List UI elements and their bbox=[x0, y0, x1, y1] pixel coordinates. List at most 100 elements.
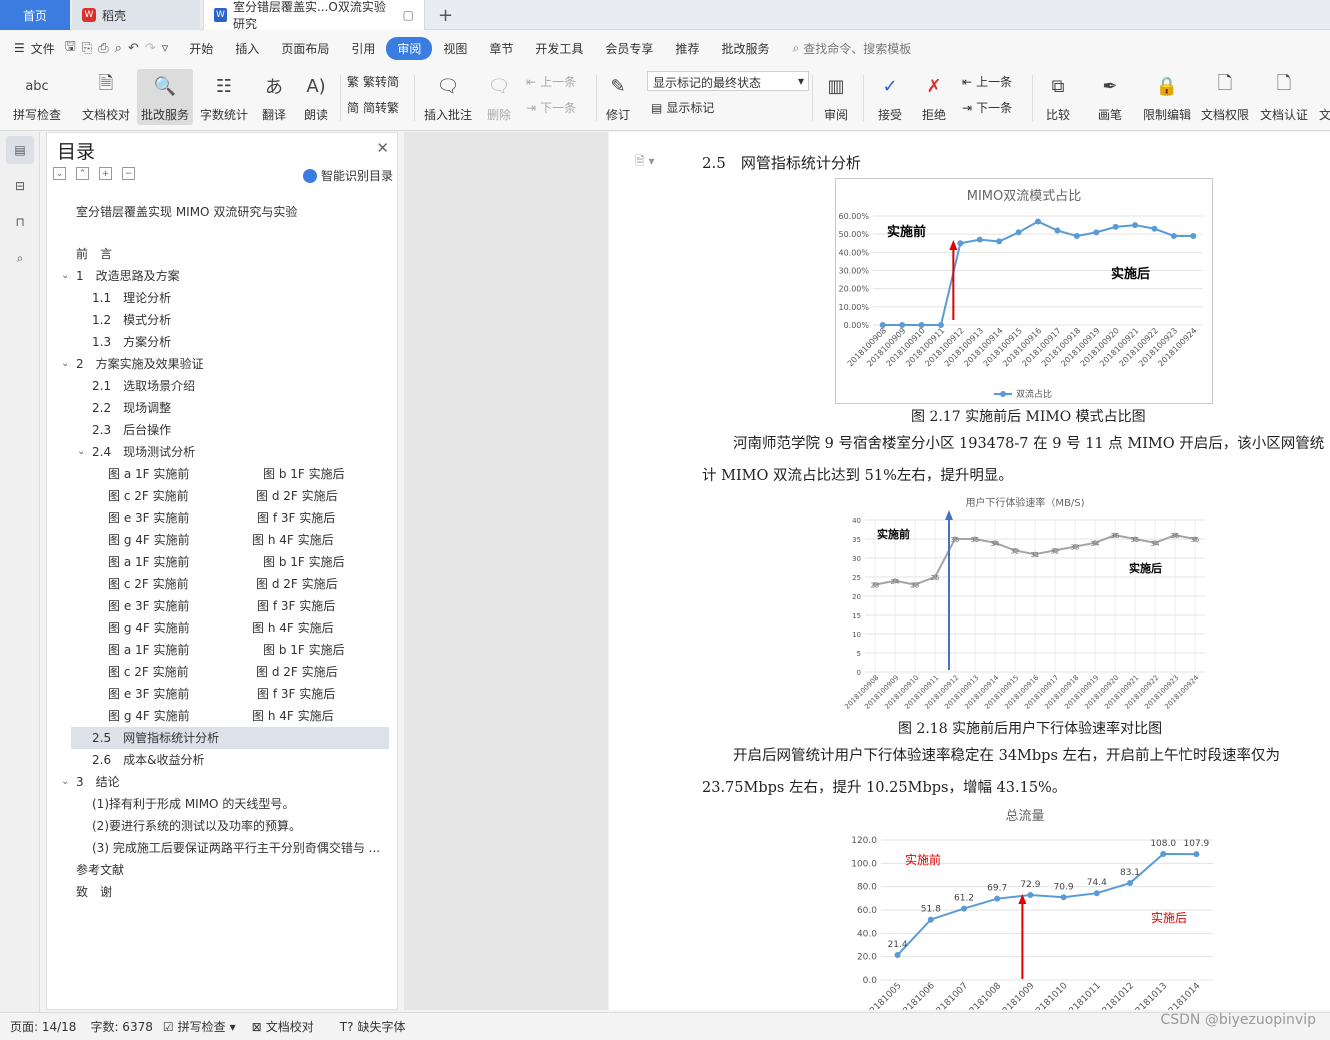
add-heading-icon[interactable]: + bbox=[99, 167, 112, 180]
restrict-edit-button[interactable]: 🔒 限制编辑 bbox=[1140, 69, 1194, 125]
menu-tab[interactable]: 推荐 bbox=[664, 37, 710, 60]
command-search[interactable]: ⌕ 查找命令、搜索模板 bbox=[792, 40, 911, 57]
tab-close-icon[interactable]: ▢ bbox=[403, 8, 414, 22]
toc-item[interactable]: 2.5 网管指标统计分析 bbox=[71, 727, 389, 749]
chevron-down-icon[interactable]: ⌄ bbox=[61, 771, 69, 793]
tab-daoke[interactable]: W 稻壳 bbox=[72, 0, 200, 30]
spell-check-status[interactable]: ☑ 拼写检查 ▾ bbox=[163, 1018, 236, 1035]
page-indicator[interactable]: 页面: 14/18 bbox=[10, 1018, 76, 1035]
toc-item[interactable]: 2.1 选取场景介绍 bbox=[47, 375, 397, 397]
menu-tab[interactable]: 视图 bbox=[432, 37, 478, 60]
redo-icon[interactable]: ↷ bbox=[145, 41, 156, 56]
translate-button[interactable]: あ翻译 bbox=[255, 69, 293, 125]
toc-item[interactable]: 图 a 1F 实施前 图 b 1F 实施后 bbox=[47, 639, 397, 661]
paragraph-menu-icon[interactable]: 🗎 ▾ bbox=[635, 152, 655, 173]
toc-document-title[interactable]: 室分错层覆盖实现 MIMO 双流研究与实验 bbox=[76, 203, 297, 220]
print-preview-icon[interactable]: ⌕ bbox=[115, 41, 122, 56]
toc-item[interactable]: ⌄ 2.4 现场测试分析 bbox=[47, 441, 397, 463]
insert-comment-button[interactable]: 🗨 插入批注 bbox=[420, 69, 476, 125]
toc-item[interactable]: (1)择有利于形成 MIMO 的天线型号。 bbox=[47, 793, 397, 815]
search-icon[interactable]: ⌕ bbox=[6, 244, 34, 272]
toc-item[interactable]: 图 e 3F 实施前 图 f 3F 实施后 bbox=[47, 507, 397, 529]
toc-item[interactable]: 图 e 3F 实施前 图 f 3F 实施后 bbox=[47, 683, 397, 705]
next-comment-button[interactable]: ⇥ 下一条 bbox=[526, 99, 576, 116]
word-count-indicator[interactable]: 字数: 6378 bbox=[90, 1018, 152, 1035]
toc-item[interactable]: 1.2 模式分析 bbox=[47, 309, 397, 331]
read-aloud-button[interactable]: A) 朗读 bbox=[298, 69, 334, 125]
missing-font-status[interactable]: T? 缺失字体 bbox=[340, 1018, 406, 1035]
show-mark-button[interactable]: ▤ 显示标记 bbox=[651, 99, 714, 116]
toc-item[interactable]: 2.2 现场调整 bbox=[47, 397, 397, 419]
tab-home[interactable]: 首页 bbox=[0, 0, 70, 30]
next-revision-button[interactable]: ⇥ 下一条 bbox=[962, 99, 1012, 116]
mark-state-select[interactable]: 显示标记的最终状态 ▾ bbox=[647, 71, 809, 91]
toc-item[interactable]: 图 g 4F 实施前 图 h 4F 实施后 bbox=[47, 529, 397, 551]
menu-tab[interactable]: 页面布局 bbox=[270, 37, 340, 60]
ai-toc-button[interactable]: 智能识别目录 bbox=[302, 167, 393, 184]
chevron-down-icon[interactable]: ⌄ bbox=[61, 265, 69, 287]
pen-button[interactable]: ✒ 画笔 bbox=[1090, 69, 1130, 125]
toc-panel-icon[interactable]: ▤ bbox=[6, 136, 34, 164]
toc-item[interactable]: 前 言 bbox=[47, 243, 397, 265]
prev-comment-button[interactable]: ⇤ 上一条 bbox=[526, 73, 576, 90]
toc-item[interactable]: 2.6 成本&收益分析 bbox=[47, 749, 397, 771]
menu-tab[interactable]: 插入 bbox=[224, 37, 270, 60]
doc-check-button[interactable]: 🗎 文档校对 bbox=[78, 69, 134, 125]
review-pane-button[interactable]: ▥ 审阅 bbox=[816, 69, 856, 125]
toc-item[interactable]: (3) 完成施工后要保证两路平行主干分别奇偶交错与 ... bbox=[47, 837, 397, 859]
doc-cert-button[interactable]: 🗋 文档认证 bbox=[1257, 69, 1311, 125]
toc-item[interactable]: ⌄ 2 方案实施及效果验证 bbox=[47, 353, 397, 375]
word-count-button[interactable]: ☷ 字数统计 bbox=[197, 69, 251, 125]
trad-to-simp-button[interactable]: 繁繁转简 bbox=[347, 73, 399, 90]
toc-item[interactable]: 2.3 后台操作 bbox=[47, 419, 397, 441]
doc-permission-button[interactable]: 🗋 文档权限 bbox=[1198, 69, 1252, 125]
save-icon[interactable]: 🖫 bbox=[65, 37, 76, 59]
chevron-down-icon[interactable]: ⌄ bbox=[61, 353, 69, 375]
chevron-down-icon[interactable]: ⌄ bbox=[77, 441, 85, 463]
delete-comment-button[interactable]: 🗨 删除 bbox=[480, 69, 518, 125]
toc-item[interactable]: 1.1 理论分析 bbox=[47, 287, 397, 309]
export-icon[interactable]: ⎘ bbox=[82, 41, 92, 56]
menu-tab[interactable]: 批改服务 bbox=[710, 37, 780, 60]
quick-dropdown-icon[interactable]: ▿ bbox=[162, 41, 169, 56]
accept-button[interactable]: ✓ 接受 bbox=[870, 69, 910, 125]
remove-heading-icon[interactable]: − bbox=[122, 167, 135, 180]
toc-item[interactable]: 图 c 2F 实施前 图 d 2F 实施后 bbox=[47, 485, 397, 507]
prev-revision-button[interactable]: ⇤ 上一条 bbox=[962, 73, 1012, 90]
toc-item[interactable]: 图 a 1F 实施前 图 b 1F 实施后 bbox=[47, 551, 397, 573]
expand-all-icon[interactable]: ⌃ bbox=[76, 167, 89, 180]
toc-item[interactable]: 1.3 方案分析 bbox=[47, 331, 397, 353]
menu-tab[interactable]: 章节 bbox=[478, 37, 524, 60]
simp-to-trad-button[interactable]: 简简转繁 bbox=[347, 99, 399, 116]
compare-button[interactable]: ⧉ 比较 bbox=[1038, 69, 1078, 125]
revise-button[interactable]: ✎ 修订 bbox=[600, 69, 636, 125]
menu-tab[interactable]: 会员专享 bbox=[594, 37, 664, 60]
new-tab-button[interactable]: + bbox=[428, 0, 453, 30]
toc-item[interactable]: 致 谢 bbox=[47, 881, 397, 903]
menu-tab[interactable]: 开始 bbox=[178, 37, 224, 60]
toc-item[interactable]: 图 a 1F 实施前 图 b 1F 实施后 bbox=[47, 463, 397, 485]
close-icon[interactable]: ✕ bbox=[376, 139, 389, 157]
toc-item[interactable]: ⌄ 1 改造思路及方案 bbox=[47, 265, 397, 287]
undo-icon[interactable]: ↶ bbox=[128, 41, 139, 56]
toc-item[interactable]: 图 e 3F 实施前 图 f 3F 实施后 bbox=[47, 595, 397, 617]
tab-document[interactable]: W 室分错层覆盖实...O双流实验研究 ▢ bbox=[203, 0, 425, 31]
toc-item[interactable]: 图 g 4F 实施前 图 h 4F 实施后 bbox=[47, 617, 397, 639]
more-button[interactable]: 文 bbox=[1318, 69, 1330, 125]
toc-item[interactable]: 图 c 2F 实施前 图 d 2F 实施后 bbox=[47, 573, 397, 595]
correct-service-button[interactable]: 🔍 批改服务 bbox=[137, 69, 193, 125]
print-icon[interactable]: ⎙ bbox=[98, 41, 108, 56]
spell-check-button[interactable]: abc 拼写检查 bbox=[8, 69, 66, 125]
bookmark-icon[interactable]: ⊓ bbox=[6, 208, 34, 236]
file-menu-button[interactable]: ☰ 文件 bbox=[14, 40, 55, 57]
menu-tab[interactable]: 开发工具 bbox=[524, 37, 594, 60]
toc-item[interactable]: ⌄ 3 结论 bbox=[47, 771, 397, 793]
toc-item[interactable]: 图 c 2F 实施前 图 d 2F 实施后 bbox=[47, 661, 397, 683]
menu-tab[interactable]: 引用 bbox=[340, 37, 386, 60]
doc-check-status[interactable]: ⊠ 文档校对 bbox=[252, 1018, 314, 1035]
collapse-all-icon[interactable]: ⌄ bbox=[53, 167, 66, 180]
section-panel-icon[interactable]: ⊟ bbox=[6, 172, 34, 200]
toc-item[interactable]: (2)要进行系统的测试以及功率的预算。 bbox=[47, 815, 397, 837]
toc-item[interactable]: 参考文献 bbox=[47, 859, 397, 881]
reject-button[interactable]: ✗ 拒绝 bbox=[914, 69, 954, 125]
